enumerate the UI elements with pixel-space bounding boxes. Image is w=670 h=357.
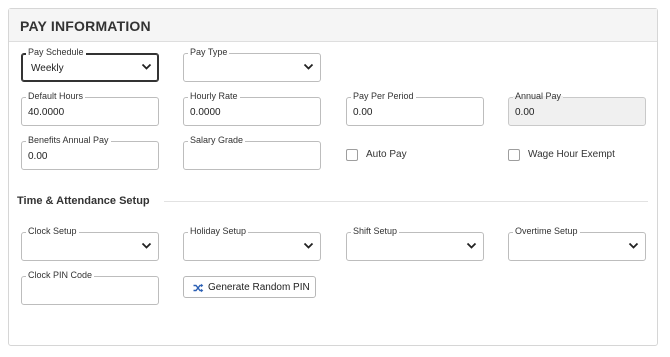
annual-pay-label: Annual Pay <box>513 90 564 102</box>
pay-schedule-label: Pay Schedule <box>26 46 86 58</box>
clock-setup-select[interactable]: Clock Setup <box>21 225 159 261</box>
salary-grade-label: Salary Grade <box>188 134 246 146</box>
default-hours-label: Default Hours <box>26 90 86 102</box>
benefits-annual-pay-label: Benefits Annual Pay <box>26 134 111 146</box>
pay-information-panel: PAY INFORMATION Pay Schedule Weekly Pay … <box>8 8 658 346</box>
generate-random-pin-label: Generate Random PIN <box>208 282 310 293</box>
section-title: Time & Attendance Setup <box>17 195 150 207</box>
generate-random-pin-button[interactable]: Generate Random PIN <box>183 276 316 298</box>
default-hours-value: 40.0000 <box>28 107 65 118</box>
default-hours-field[interactable]: Default Hours 40.0000 <box>21 90 159 126</box>
pay-per-period-value: 0.00 <box>353 107 373 118</box>
pay-type-select[interactable]: Pay Type <box>183 46 321 82</box>
holiday-setup-label: Holiday Setup <box>188 225 249 237</box>
benefits-annual-pay-value: 0.00 <box>28 151 48 162</box>
hourly-rate-field[interactable]: Hourly Rate 0.0000 <box>183 90 321 126</box>
chevron-down-icon <box>141 242 152 249</box>
annual-pay-value: 0.00 <box>515 107 535 118</box>
chevron-down-icon <box>303 63 314 70</box>
pay-schedule-value: Weekly <box>31 63 64 74</box>
pay-schedule-select[interactable]: Pay Schedule Weekly <box>21 46 159 82</box>
pay-per-period-field[interactable]: Pay Per Period 0.00 <box>346 90 484 126</box>
pay-type-label: Pay Type <box>188 46 230 58</box>
overtime-setup-select[interactable]: Overtime Setup <box>508 225 646 261</box>
clock-setup-label: Clock Setup <box>26 225 79 237</box>
panel-title: PAY INFORMATION <box>20 18 151 34</box>
holiday-setup-select[interactable]: Holiday Setup <box>183 225 321 261</box>
hourly-rate-label: Hourly Rate <box>188 90 240 102</box>
overtime-setup-label: Overtime Setup <box>513 225 580 237</box>
wage-hour-exempt-checkbox-row[interactable]: Wage Hour Exempt <box>508 149 638 163</box>
shuffle-icon <box>193 283 204 293</box>
chevron-down-icon <box>141 63 152 70</box>
auto-pay-label: Auto Pay <box>366 149 407 160</box>
auto-pay-checkbox[interactable] <box>346 149 358 161</box>
shift-setup-label: Shift Setup <box>351 225 400 237</box>
wage-hour-exempt-checkbox[interactable] <box>508 149 520 161</box>
hourly-rate-value: 0.0000 <box>190 107 221 118</box>
salary-grade-field[interactable]: Salary Grade <box>183 134 321 170</box>
clock-pin-code-label: Clock PIN Code <box>26 269 95 281</box>
section-divider <box>164 201 648 202</box>
wage-hour-exempt-label: Wage Hour Exempt <box>528 149 615 160</box>
panel-header: PAY INFORMATION <box>9 9 657 42</box>
shift-setup-select[interactable]: Shift Setup <box>346 225 484 261</box>
pay-per-period-label: Pay Per Period <box>351 90 416 102</box>
chevron-down-icon <box>466 242 477 249</box>
chevron-down-icon <box>628 242 639 249</box>
annual-pay-field: Annual Pay 0.00 <box>508 90 646 126</box>
auto-pay-checkbox-row[interactable]: Auto Pay <box>346 149 466 163</box>
clock-pin-code-field[interactable]: Clock PIN Code <box>21 269 159 305</box>
chevron-down-icon <box>303 242 314 249</box>
benefits-annual-pay-field[interactable]: Benefits Annual Pay 0.00 <box>21 134 159 170</box>
